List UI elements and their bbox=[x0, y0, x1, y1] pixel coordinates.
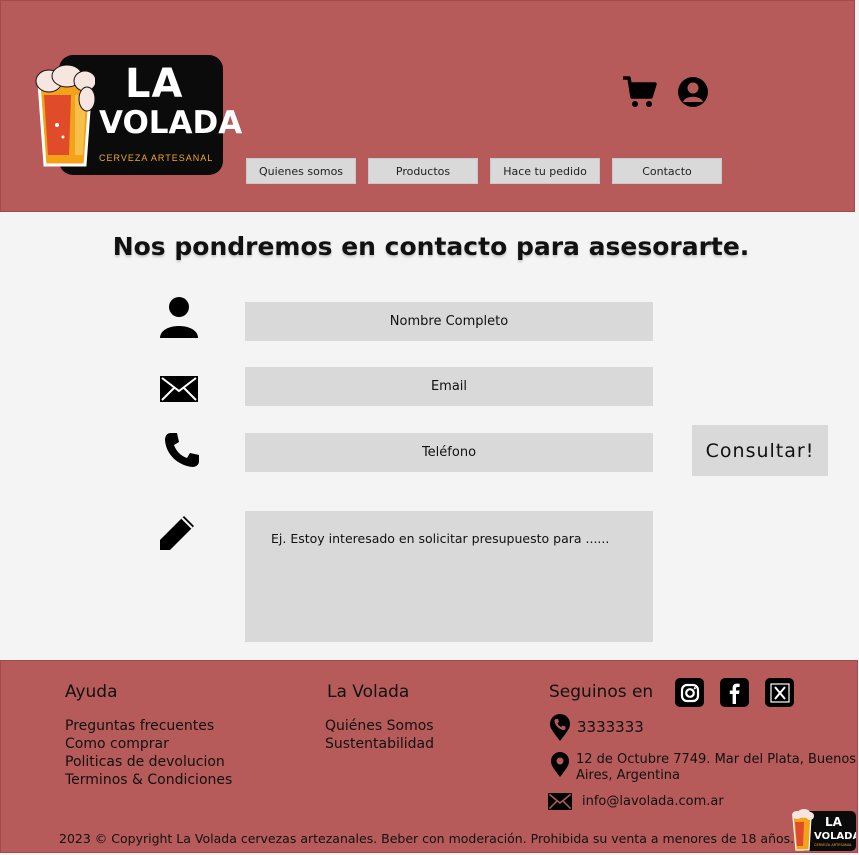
beer-glass-icon bbox=[35, 65, 95, 167]
main-nav: Quienes somos Productos Hace tu pedido C… bbox=[246, 158, 722, 184]
footer-email-address[interactable]: info@lavolada.com.ar bbox=[582, 794, 724, 809]
envelope-icon bbox=[160, 376, 198, 402]
nav-hace-tu-pedido[interactable]: Hace tu pedido bbox=[490, 158, 600, 184]
instagram-icon[interactable] bbox=[675, 678, 704, 707]
logo-tagline: CERVEZA ARTESANAL bbox=[99, 153, 214, 163]
footer-follow-title: Seguinos en bbox=[549, 682, 654, 702]
link-sustentabilidad[interactable]: Sustentabilidad bbox=[325, 735, 434, 753]
footer-address-line2: Aires, Argentina bbox=[576, 768, 681, 783]
mini-logo-volada: VOLADA bbox=[814, 831, 856, 842]
footer-phone-number[interactable]: 3333333 bbox=[577, 718, 644, 736]
full-name-input[interactable] bbox=[245, 302, 653, 341]
logo-title-volada: VOLADA bbox=[99, 105, 243, 141]
user-account-icon[interactable] bbox=[677, 76, 709, 108]
site-header: LA VOLADA CERVEZA ARTESANAL Quienes somo… bbox=[0, 0, 855, 212]
footer-help-links: Preguntas frecuentes Como comprar Politi… bbox=[65, 717, 232, 789]
footer-mini-logo[interactable]: LA VOLADA CERVEZA ARTESANAL bbox=[790, 808, 859, 852]
page-title: Nos pondremos en contacto para asesorart… bbox=[112, 232, 750, 261]
nav-productos[interactable]: Productos bbox=[368, 158, 478, 184]
footer-email: info@lavolada.com.ar bbox=[548, 793, 724, 810]
facebook-icon[interactable] bbox=[720, 678, 749, 707]
mini-logo-tagline: CERVEZA ARTESANAL bbox=[814, 843, 852, 847]
x-twitter-icon[interactable] bbox=[765, 678, 794, 707]
pencil-icon bbox=[160, 516, 194, 550]
mini-logo-graphic: LA VOLADA CERVEZA ARTESANAL bbox=[792, 809, 859, 851]
brand-logo[interactable]: LA VOLADA CERVEZA ARTESANAL bbox=[29, 47, 242, 177]
mini-logo-la: LA bbox=[825, 815, 843, 829]
link-terminos-condiciones[interactable]: Terminos & Condiciones bbox=[65, 771, 232, 789]
social-links bbox=[675, 678, 794, 707]
site-footer: Ayuda Preguntas frecuentes Como comprar … bbox=[0, 660, 859, 853]
phone-input[interactable] bbox=[245, 433, 653, 472]
mail-icon bbox=[548, 793, 572, 810]
logo-title-la: LA bbox=[125, 61, 184, 107]
copyright-text: 2023 © Copyright La Volada cervezas arte… bbox=[59, 831, 795, 846]
person-icon bbox=[160, 297, 198, 338]
footer-address: 12 de Octubre 7749. Mar del Plata, Bueno… bbox=[550, 752, 856, 784]
footer-company-links: Quiénes Somos Sustentabilidad bbox=[325, 717, 434, 753]
phone-icon bbox=[165, 433, 199, 467]
message-textarea[interactable] bbox=[245, 511, 653, 642]
email-input[interactable] bbox=[245, 367, 653, 406]
nav-quienes-somos[interactable]: Quienes somos bbox=[246, 158, 356, 184]
link-politicas-devolucion[interactable]: Politicas de devolucion bbox=[65, 753, 232, 771]
footer-help-title: Ayuda bbox=[65, 682, 118, 702]
link-preguntas-frecuentes[interactable]: Preguntas frecuentes bbox=[65, 717, 232, 735]
phone-pin-icon bbox=[550, 714, 570, 741]
header-actions bbox=[621, 75, 709, 109]
link-como-comprar[interactable]: Como comprar bbox=[65, 735, 232, 753]
nav-contacto[interactable]: Contacto bbox=[612, 158, 722, 184]
consultar-button[interactable]: Consultar! bbox=[692, 425, 828, 476]
footer-phone: 3333333 bbox=[549, 714, 644, 742]
link-quienes-somos[interactable]: Quiénes Somos bbox=[325, 717, 434, 735]
location-pin-icon bbox=[551, 752, 569, 777]
cart-icon[interactable] bbox=[621, 75, 657, 109]
footer-company-title: La Volada bbox=[327, 682, 410, 702]
footer-address-line1: 12 de Octubre 7749. Mar del Plata, Bueno… bbox=[576, 752, 857, 767]
